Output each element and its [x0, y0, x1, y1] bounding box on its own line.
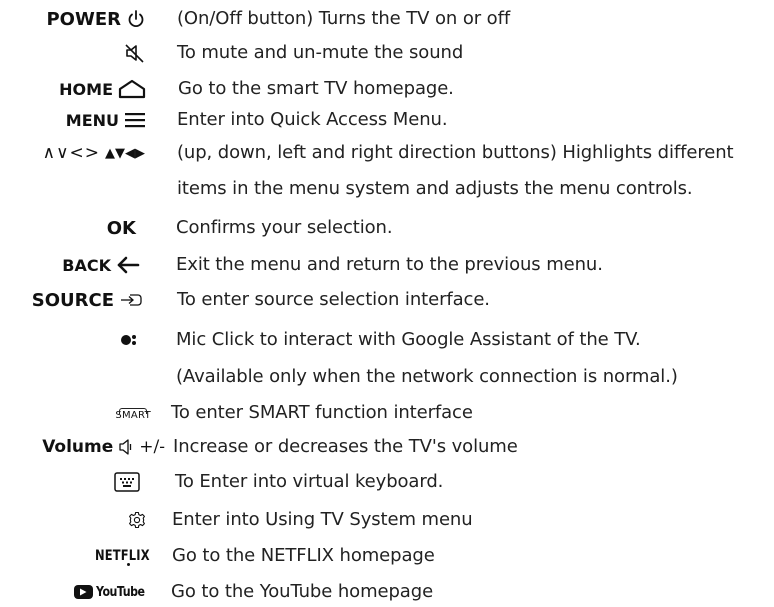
mute-icon — [124, 42, 146, 64]
row-menu: MENU Enter into Quick Access Menu. — [0, 105, 774, 135]
row-netflix: NETFLIX Go to the NETFLIX homepage — [0, 541, 774, 571]
settings-description: Enter into Using TV System menu — [172, 509, 473, 530]
row-volume: Volume +/- Increase or decreases the TV'… — [0, 432, 774, 462]
netflix-indicator-dot — [127, 563, 130, 566]
youtube-play-icon — [73, 585, 93, 599]
menu-key-label: MENU — [65, 110, 119, 130]
row-home: HOME Go to the smart TV homepage. — [0, 74, 774, 104]
power-key: POWER — [46, 4, 146, 34]
youtube-wordmark: YouTube — [95, 584, 145, 600]
ok-key: OK — [107, 213, 136, 243]
back-arrow-icon — [116, 256, 140, 274]
menu-description: Enter into Quick Access Menu. — [177, 109, 448, 130]
smart-key-label: SMART — [115, 405, 151, 421]
mic-description: Mic Click to interact with Google Assist… — [176, 329, 641, 350]
volume-plus-minus: +/- — [139, 437, 165, 457]
row-smart: SMART To enter SMART function interface — [0, 398, 774, 428]
volume-key: Volume +/- — [42, 432, 165, 462]
source-input-icon — [119, 291, 143, 309]
ok-description: Confirms your selection. — [176, 217, 393, 238]
row-source: SOURCE To enter source selection interfa… — [0, 285, 774, 315]
direction-keys: ∧∨<> ▲▼◀▶ — [43, 138, 145, 168]
netflix-key: NETFLIX — [83, 541, 150, 571]
smart-key: SMART — [115, 398, 151, 428]
youtube-key: YouTube — [73, 577, 153, 607]
row-arrows-continued: items in the menu system and adjusts the… — [0, 174, 774, 204]
source-description: To enter source selection interface. — [177, 289, 490, 310]
home-key-label: HOME — [59, 79, 113, 99]
row-youtube: YouTube Go to the YouTube homepage — [0, 577, 774, 607]
source-key-label: SOURCE — [31, 289, 114, 311]
row-mic: Mic Click to interact with Google Assist… — [0, 325, 774, 355]
netflix-key-label: NETFLIX — [95, 548, 150, 564]
mic-note: (Available only when the network connect… — [176, 366, 678, 387]
mute-key — [124, 38, 146, 68]
home-description: Go to the smart TV homepage. — [178, 78, 454, 99]
menu-key: MENU — [66, 105, 146, 135]
mic-key — [120, 325, 140, 355]
google-assistant-icon — [120, 331, 140, 349]
back-key-label: BACK — [62, 255, 111, 275]
row-mute: To mute and un-mute the sound — [0, 38, 774, 68]
row-mic-continued: (Available only when the network connect… — [0, 362, 774, 392]
row-ok: OK Confirms your selection. — [0, 213, 774, 243]
keyboard-icon — [114, 472, 140, 492]
direction-arrows-thin-icon: ∧∨<> — [42, 143, 100, 163]
back-description: Exit the menu and return to the previous… — [176, 254, 603, 275]
back-key: BACK — [62, 250, 140, 280]
keyboard-description: To Enter into virtual keyboard. — [175, 471, 444, 492]
source-key: SOURCE — [32, 285, 143, 315]
row-arrows: ∧∨<> ▲▼◀▶ (up, down, left and right dire… — [0, 138, 774, 168]
power-key-label: POWER — [46, 8, 121, 30]
row-power: POWER (On/Off button) Turns the TV on or… — [0, 4, 774, 34]
youtube-logo: YouTube — [73, 584, 153, 600]
mute-description: To mute and un-mute the sound — [177, 42, 464, 63]
volume-description: Increase or decreases the TV's volume — [173, 436, 518, 457]
youtube-description: Go to the YouTube homepage — [171, 581, 434, 602]
hamburger-icon — [124, 112, 146, 128]
ok-key-label: OK — [106, 217, 136, 239]
volume-speaker-icon — [118, 438, 134, 456]
arrows-description-line2: items in the menu system and adjusts the… — [177, 178, 693, 199]
row-back: BACK Exit the menu and return to the pre… — [0, 250, 774, 280]
power-icon — [126, 9, 146, 29]
row-settings: Enter into Using TV System menu — [0, 505, 774, 535]
direction-arrows-solid-icon: ▲▼◀▶ — [105, 145, 145, 161]
keyboard-key — [114, 467, 140, 497]
home-key: HOME — [59, 74, 146, 104]
gear-icon — [128, 511, 146, 529]
netflix-description: Go to the NETFLIX homepage — [172, 545, 435, 566]
smart-description: To enter SMART function interface — [171, 402, 473, 423]
power-description: (On/Off button) Turns the TV on or off — [177, 8, 511, 29]
settings-key — [128, 505, 146, 535]
row-keyboard: To Enter into virtual keyboard. — [0, 467, 774, 497]
volume-key-label: Volume — [42, 437, 114, 457]
home-icon — [118, 79, 146, 99]
arrows-description-line1: (up, down, left and right direction butt… — [177, 142, 734, 163]
